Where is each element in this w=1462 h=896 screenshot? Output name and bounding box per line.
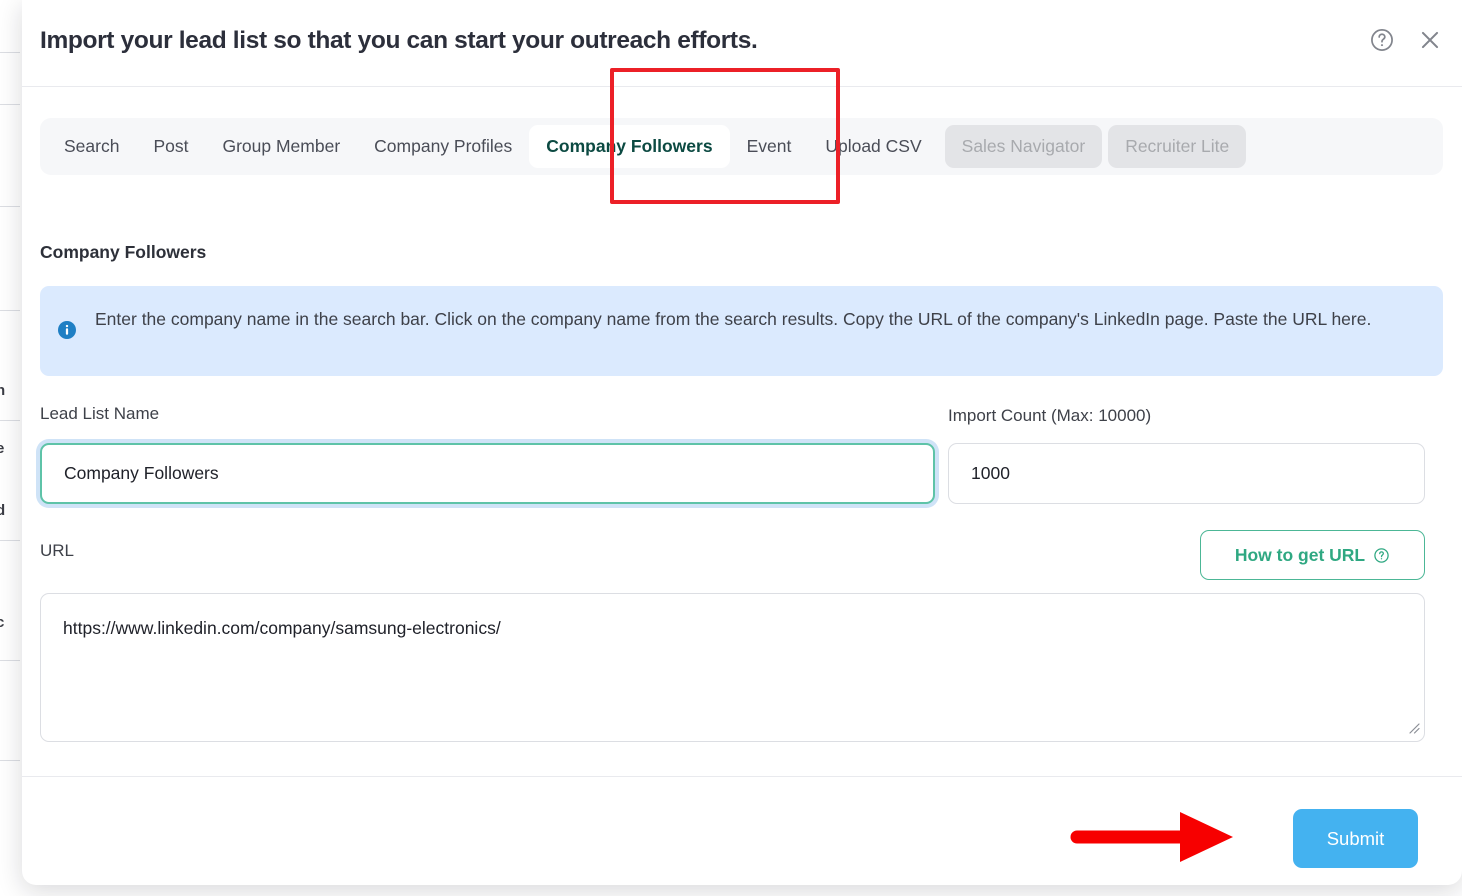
modal-header: Import your lead list so that you can st… — [22, 0, 1462, 87]
tab-post[interactable]: Post — [136, 125, 205, 168]
header-actions — [1369, 27, 1443, 53]
background-divider — [0, 206, 20, 207]
help-circle-icon[interactable] — [1369, 27, 1395, 53]
import-lead-list-modal: Import your lead list so that you can st… — [22, 0, 1462, 885]
tab-search[interactable]: Search — [47, 125, 136, 168]
tab-sales-navigator: Sales Navigator — [944, 125, 1103, 168]
tab-company-followers[interactable]: Company Followers — [529, 125, 730, 168]
background-text-fragment: e — [0, 440, 5, 457]
info-banner-text: Enter the company name in the search bar… — [95, 309, 1372, 329]
lead-list-name-input[interactable] — [40, 443, 935, 504]
background-divider — [0, 660, 20, 661]
info-icon — [58, 321, 76, 339]
url-textarea[interactable] — [40, 593, 1425, 742]
background-divider — [0, 420, 20, 421]
background-text-fragment: c — [0, 614, 5, 631]
close-icon[interactable] — [1417, 27, 1443, 53]
submit-button[interactable]: Submit — [1293, 809, 1418, 868]
section-title: Company Followers — [40, 242, 207, 262]
background-text-fragment: n — [0, 382, 6, 399]
import-count-input[interactable] — [948, 443, 1425, 504]
tab-event[interactable]: Event — [730, 125, 809, 168]
footer-divider — [22, 776, 1462, 777]
background-divider — [0, 760, 20, 761]
lead-list-name-label: Lead List Name — [40, 404, 160, 423]
how-to-get-url-button[interactable]: How to get URL — [1200, 530, 1425, 580]
tab-company-profiles[interactable]: Company Profiles — [357, 125, 529, 168]
import-source-tabs: Search Post Group Member Company Profile… — [40, 118, 1443, 175]
how-to-get-url-label: How to get URL — [1234, 544, 1366, 565]
background-divider — [0, 540, 20, 541]
import-count-label: Import Count (Max: 10000) — [948, 406, 1152, 425]
background-divider — [0, 52, 20, 53]
background-text-fragment: d — [0, 502, 6, 519]
url-label: URL — [40, 541, 75, 560]
background-page-sliver: n e d c — [0, 0, 20, 896]
tab-group-member[interactable]: Group Member — [205, 125, 357, 168]
background-divider — [0, 104, 20, 105]
question-circle-icon — [1373, 547, 1390, 564]
tab-upload-csv[interactable]: Upload CSV — [808, 125, 938, 168]
page-title: Import your lead list so that you can st… — [40, 27, 758, 54]
info-banner: Enter the company name in the search bar… — [40, 286, 1443, 376]
background-divider — [0, 310, 20, 311]
tab-recruiter-lite: Recruiter Lite — [1108, 125, 1247, 168]
